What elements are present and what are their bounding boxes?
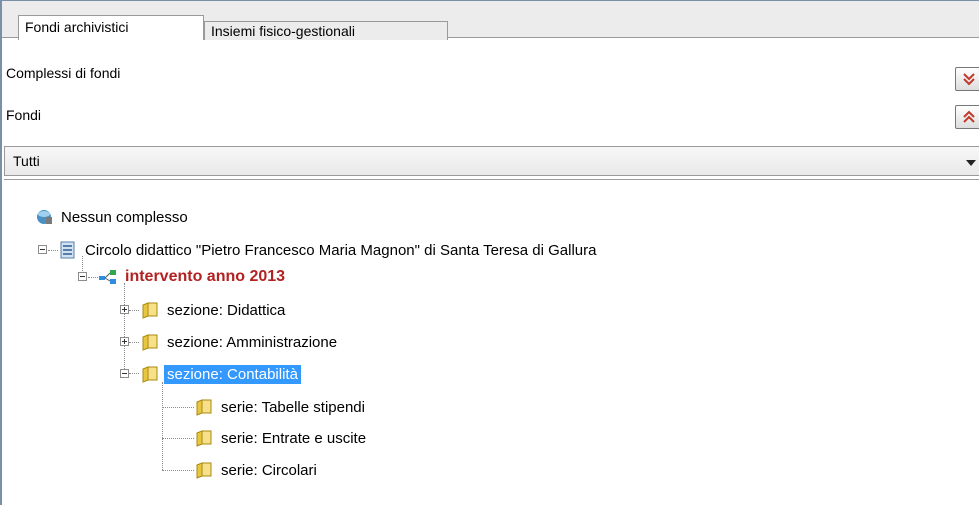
collapse-intervento-toggle[interactable] <box>78 272 87 281</box>
tree-node-intervento[interactable]: intervento anno 2013 <box>98 266 288 288</box>
archive-icon <box>60 241 75 259</box>
tree-node-serie[interactable]: serie: Entrate e uscite <box>194 427 369 449</box>
double-chevron-down-icon <box>963 73 975 86</box>
tree-node-root[interactable]: Nessun complesso <box>34 206 191 228</box>
collapse-contabilita-toggle[interactable] <box>120 369 129 378</box>
folder-icon <box>196 430 212 447</box>
tree-node-label: sezione: Didattica <box>167 301 286 319</box>
tree-node-label: sezione: Contabilità <box>164 364 301 384</box>
collapse-up-button[interactable] <box>955 105 979 129</box>
plus-icon <box>122 307 127 312</box>
tree-node-fondo[interactable]: Circolo didattico "Pietro Francesco Mari… <box>58 239 599 261</box>
tree-line <box>162 382 163 470</box>
tab-fondi-archivistici[interactable]: Fondi archivistici <box>18 15 204 40</box>
archive-panel: Fondi archivistici Insiemi fisico-gestio… <box>0 0 979 506</box>
tree-node-label: serie: Entrate e uscite <box>221 429 367 447</box>
expand-didattica-toggle[interactable] <box>120 305 129 314</box>
dropdown-arrow-icon[interactable] <box>965 159 977 167</box>
tree-line <box>124 283 125 373</box>
folder-icon <box>196 462 212 479</box>
minus-icon <box>40 249 45 250</box>
collapse-fondo-toggle[interactable] <box>38 245 47 254</box>
tree-node-label: Circolo didattico "Pietro Francesco Mari… <box>85 241 597 259</box>
tree-line <box>162 470 194 471</box>
database-icon <box>37 210 52 224</box>
fondi-label: Fondi <box>6 107 42 123</box>
plus-icon <box>122 339 127 344</box>
filter-select[interactable]: Tutti <box>4 146 979 176</box>
folder-icon <box>196 399 212 416</box>
tree-line <box>129 373 139 374</box>
archive-tree: Nessun complesso Circolo didattico "Piet… <box>4 179 979 506</box>
tree-line <box>129 342 139 343</box>
complessi-label: Complessi di fondi <box>6 65 121 81</box>
tree-node-label: Nessun complesso <box>61 208 188 226</box>
tree-line <box>48 250 58 251</box>
double-chevron-up-icon <box>963 110 975 123</box>
folder-icon <box>142 302 158 319</box>
tree-node-serie[interactable]: serie: Circolari <box>194 459 320 481</box>
tree-line <box>162 407 194 408</box>
tree-node-serie[interactable]: serie: Tabelle stipendi <box>194 396 368 418</box>
folder-icon <box>142 366 158 383</box>
tab-insiemi-fisico-gestionali[interactable]: Insiemi fisico-gestionali <box>204 21 448 40</box>
tree-node-label: intervento anno 2013 <box>125 268 286 285</box>
tree-line <box>88 277 98 278</box>
network-icon <box>99 270 116 284</box>
expand-down-button[interactable] <box>955 67 979 91</box>
tree-node-label: sezione: Amministrazione <box>167 333 338 351</box>
tree-node-sezione-selected[interactable]: sezione: Contabilità <box>140 363 301 385</box>
tree-node-label: serie: Tabelle stipendi <box>221 398 365 416</box>
tree-line <box>129 310 139 311</box>
minus-icon <box>80 276 85 277</box>
tree-node-sezione[interactable]: sezione: Didattica <box>140 299 288 321</box>
folder-icon <box>142 334 158 351</box>
tab-bar: Fondi archivistici Insiemi fisico-gestio… <box>2 1 979 40</box>
expand-amministrazione-toggle[interactable] <box>120 337 129 346</box>
tree-node-label: serie: Circolari <box>221 461 317 479</box>
minus-icon <box>122 373 127 374</box>
tree-line <box>162 438 194 439</box>
filter-select-value: Tutti <box>13 153 40 169</box>
tree-node-sezione[interactable]: sezione: Amministrazione <box>140 331 340 353</box>
